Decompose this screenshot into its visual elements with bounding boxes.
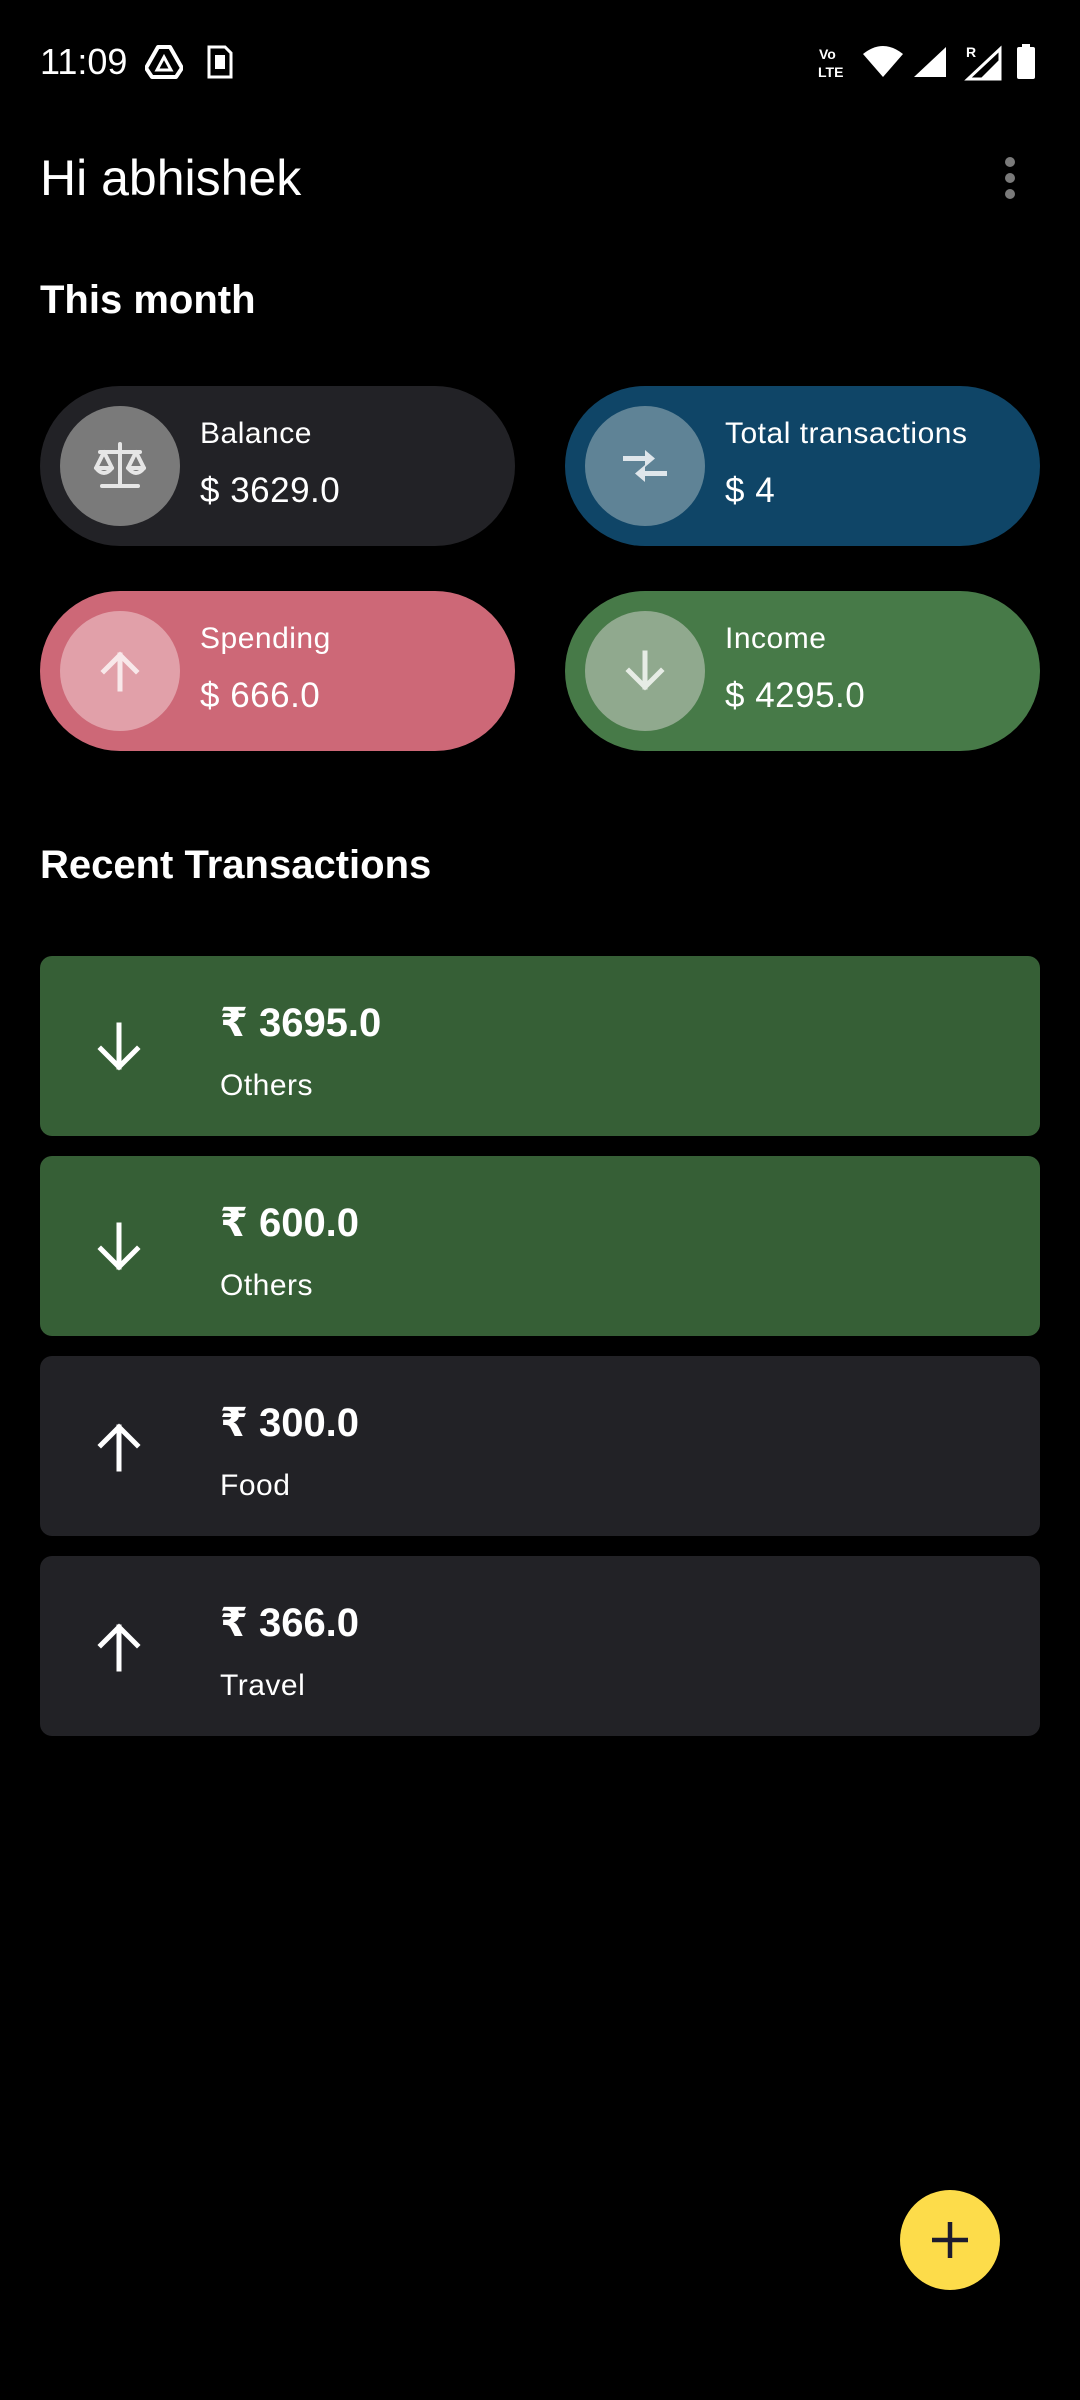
svg-text:R: R [966,44,976,60]
sim-card-icon [207,40,233,84]
more-vertical-icon [1005,157,1015,199]
arrow-down-icon [625,650,665,691]
balance-card[interactable]: Balance $ 3629.0 [40,386,515,546]
transaction-category: Travel [220,1669,306,1702]
transaction-item[interactable]: ₹ 3695.0 Others [40,956,1040,1136]
balance-icon-circle [60,406,180,526]
income-value: $ 4295.0 [725,676,866,715]
spending-value: $ 666.0 [200,676,321,715]
transaction-amount: ₹ 300.0 [220,1401,360,1445]
income-label: Income [725,622,827,655]
spending-icon-circle [60,611,180,731]
svg-text:LTE: LTE [818,64,843,80]
income-card[interactable]: Income $ 4295.0 [565,591,1040,751]
total-transactions-value: $ 4 [725,471,776,510]
transaction-category: Others [220,1269,314,1302]
plus-icon [932,2222,968,2258]
add-transaction-button[interactable] [900,2190,1000,2290]
arrow-up-icon [100,651,140,692]
arrow-up-icon [84,1412,154,1482]
transaction-category: Others [220,1069,314,1102]
section-title-this-month: This month [40,278,256,322]
balance-value: $ 3629.0 [200,471,341,510]
drive-icon [145,40,183,84]
svg-text:Vo: Vo [819,46,836,62]
volte-icon: Vo LTE [817,40,853,84]
arrow-up-icon [84,1612,154,1682]
scale-icon [94,442,146,488]
transaction-item[interactable]: ₹ 600.0 Others [40,1156,1040,1336]
more-options-button[interactable] [980,148,1040,208]
transaction-category: Food [220,1469,291,1502]
roaming-signal-icon: R [962,40,1002,84]
spending-card[interactable]: Spending $ 666.0 [40,591,515,751]
transaction-item[interactable]: ₹ 366.0 Travel [40,1556,1040,1736]
transaction-amount: ₹ 366.0 [220,1601,360,1645]
transaction-amount: ₹ 3695.0 [220,1001,382,1045]
battery-icon [1016,40,1036,84]
balance-label: Balance [200,417,312,450]
status-time: 11:09 [40,41,128,82]
compare-arrows-icon [623,450,667,482]
transaction-amount: ₹ 600.0 [220,1201,360,1245]
status-bar: 11:09 Vo LTE R [0,0,1080,120]
income-icon-circle [585,611,705,731]
total-transactions-label: Total transactions [725,417,968,450]
section-title-recent-transactions: Recent Transactions [40,843,432,887]
arrow-down-icon [84,1212,154,1282]
spending-label: Spending [200,622,331,655]
total-transactions-icon-circle [585,406,705,526]
greeting-title: Hi abhishek [40,150,302,206]
arrow-down-icon [84,1012,154,1082]
total-transactions-card[interactable]: Total transactions $ 4 [565,386,1040,546]
transaction-item[interactable]: ₹ 300.0 Food [40,1356,1040,1536]
wifi-icon [863,40,903,84]
signal-icon [912,40,948,84]
